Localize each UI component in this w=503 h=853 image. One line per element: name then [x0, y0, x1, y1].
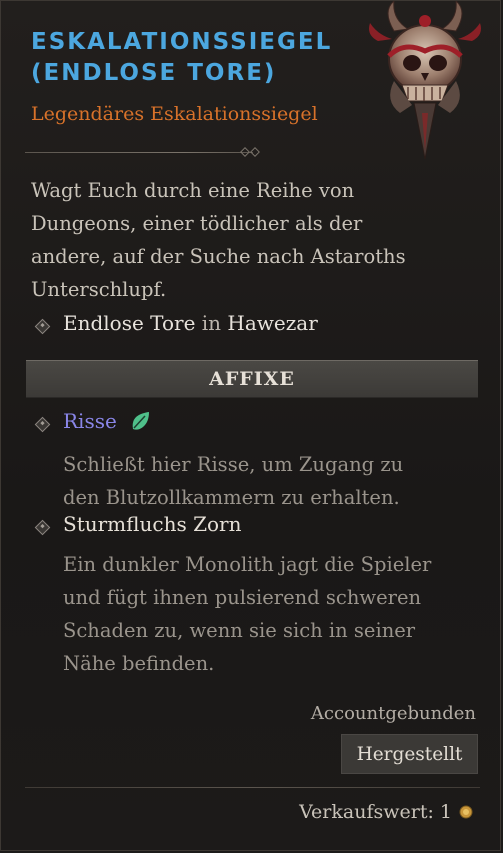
dungeon-location: Endlose Tore in Hawezar [63, 311, 318, 335]
affix-name-risse: Risse [63, 409, 151, 433]
affix-description-line: und fügt ihnen pulsierend schweren [63, 586, 422, 609]
affix-description-risse: Schließt hier Risse, um Zugang zu den Bl… [63, 448, 483, 514]
affix-description-line: den Blutzollkammern zu erhalten. [63, 486, 400, 509]
header-divider [25, 147, 265, 159]
item-title-line2: (ENDLOSE TORE) [31, 60, 277, 86]
demon-skull-sigil-icon [369, 1, 481, 160]
description-line: Wagt Euch durch eine Reihe von [31, 179, 355, 202]
item-title: ESKALATIONSSIEGEL (ENDLOSE TORE) [31, 27, 361, 89]
diamond-bullet-icon [34, 416, 51, 433]
sell-value: Verkaufswert: 1 [299, 801, 474, 823]
description-line: andere, auf der Suche nach Astaroths [31, 245, 406, 268]
affix-name-text: Risse [63, 409, 117, 433]
footer-divider [25, 782, 480, 794]
dungeon-name: Endlose Tore [63, 311, 196, 335]
sell-value-text: Verkaufswert: 1 [299, 801, 452, 823]
affix-description-sturmfluchs-zorn: Ein dunkler Monolith jagt die Spieler un… [63, 548, 483, 680]
affix-description-line: Ein dunkler Monolith jagt die Spieler [63, 553, 432, 576]
diamond-bullet-icon [34, 519, 51, 536]
description-line: Unterschlupf. [31, 278, 167, 301]
gold-coin-icon [459, 805, 473, 819]
diamond-bullet-icon [34, 318, 51, 335]
affix-description-line: Nähe befinden. [63, 652, 215, 675]
account-bound-label: Accountgebunden [310, 703, 476, 724]
crafted-button[interactable]: Hergestellt [341, 734, 478, 774]
affix-name-sturmfluchs-zorn: Sturmfluchs Zorn [63, 512, 242, 536]
affix-description-line: Schaden zu, wenn sie sich in seiner [63, 619, 416, 642]
description-line: Dungeons, einer tödlicher als der [31, 212, 363, 235]
affixes-header: AFFIXE [26, 360, 478, 398]
item-title-line1: ESKALATIONSSIEGEL [31, 29, 333, 55]
item-rarity-type: Legendäres Eskalationssiegel [31, 103, 318, 125]
affix-description-line: Schließt hier Risse, um Zugang zu [63, 453, 404, 476]
item-tooltip: ESKALATIONSSIEGEL (ENDLOSE TORE) Legendä… [0, 0, 501, 851]
leaf-icon [132, 412, 150, 430]
item-description: Wagt Euch durch eine Reihe von Dungeons,… [31, 174, 471, 306]
region-name: Hawezar [227, 311, 318, 335]
location-preposition: in [201, 311, 222, 335]
